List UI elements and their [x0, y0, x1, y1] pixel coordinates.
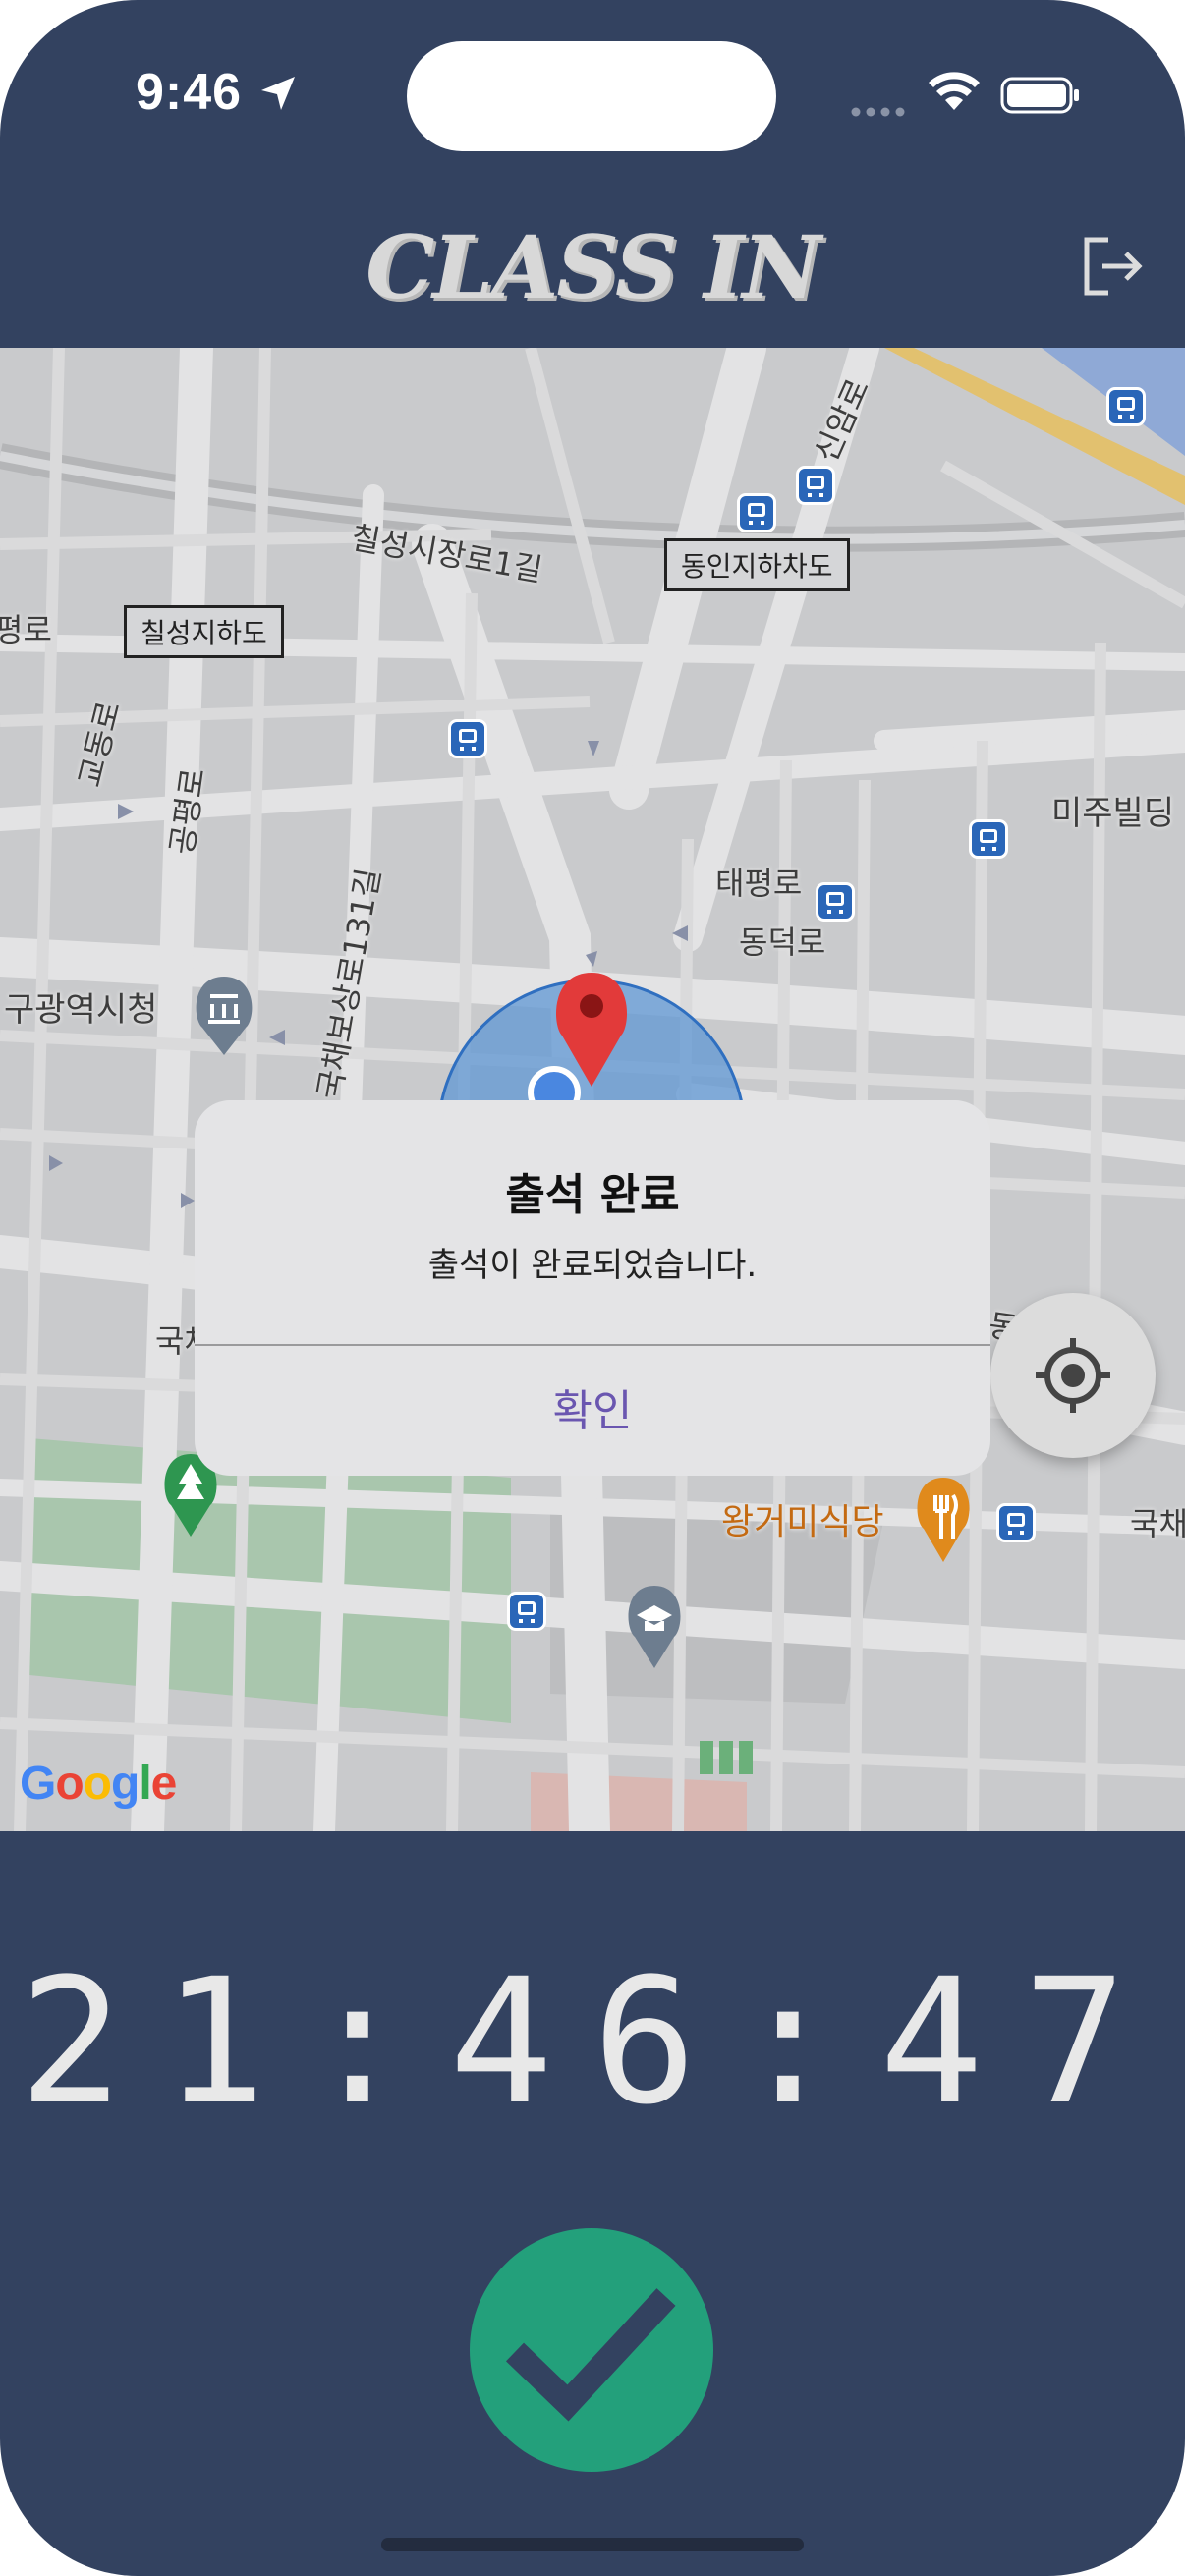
location-arrow-icon	[261, 77, 295, 110]
battery-icon	[1000, 77, 1079, 114]
map-label-gukchae-right: 국채	[1130, 1505, 1185, 1542]
digital-clock: 21:46:47	[19, 1941, 1166, 2143]
bus-stop-icon[interactable]	[969, 819, 1008, 859]
crosshair-icon	[1036, 1338, 1110, 1413]
bus-stop-icon[interactable]	[796, 466, 835, 505]
app-title: CLASS IN	[366, 216, 821, 318]
home-indicator	[381, 2538, 804, 2551]
map-label-chilseong-underpass: 칠성지하도	[124, 605, 284, 658]
status-bar: 9:46	[0, 0, 1185, 196]
map-view[interactable]: 칠성지하도 동인지하차도 칠성시장로1길 신암로 평로 교동로 공평로 국채보상…	[0, 348, 1185, 1831]
status-time: 9:46	[136, 64, 243, 121]
dynamic-island	[407, 41, 776, 151]
attendance-alert-dialog: 출석 완료 출석이 완료되었습니다. 확인	[195, 1100, 990, 1476]
bus-stop-icon[interactable]	[448, 719, 487, 758]
app-screen: 9:46 CLASS IN 칠성지하도 동인지하차도 칠성시장로1길 신암로 평…	[0, 0, 1185, 2576]
map-label-taepyeong-ro: 태평로	[715, 865, 803, 902]
alert-confirm-button[interactable]: 확인	[195, 1346, 990, 1476]
signal-dots-icon	[851, 107, 905, 117]
map-label-mijoo-building: 미주빌딩	[1051, 794, 1175, 833]
google-logo: Google	[20, 1758, 177, 1810]
bus-stop-icon[interactable]	[1106, 387, 1146, 426]
alert-title: 출석 완료	[505, 1170, 680, 1220]
map-label-pyeongro: 평로	[0, 611, 52, 648]
bus-stop-icon[interactable]	[816, 882, 855, 922]
logout-icon[interactable]	[1081, 236, 1146, 297]
bus-stop-icon[interactable]	[996, 1503, 1036, 1542]
alert-message: 출석이 완료되었습니다.	[427, 1246, 758, 1285]
map-streets	[0, 348, 1185, 1831]
map-label-city-hall: 구광역시청	[4, 990, 158, 1030]
map-label-wanggeo-restaurant: 왕거미식당	[721, 1502, 884, 1542]
bus-stop-icon[interactable]	[737, 493, 776, 532]
map-label-dongdeok-ro: 동덕로	[739, 924, 826, 961]
bus-stop-icon[interactable]	[507, 1592, 546, 1631]
attendance-check-button[interactable]	[470, 2228, 713, 2472]
wifi-icon	[929, 72, 980, 110]
my-location-button[interactable]	[990, 1293, 1156, 1458]
map-label-dongin-underpass: 동인지하차도	[664, 538, 850, 591]
checkmark-icon	[505, 2288, 676, 2422]
